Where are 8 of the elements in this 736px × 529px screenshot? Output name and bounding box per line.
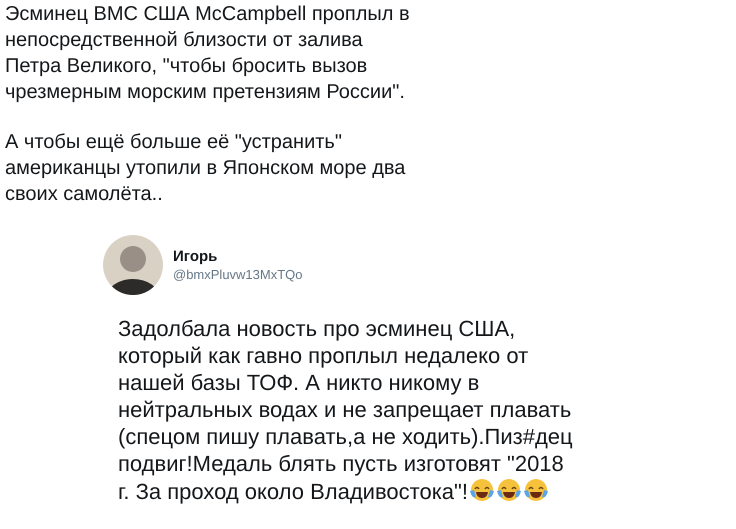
laughing-face-icon [522,477,549,503]
author-name: Игорь [173,247,218,266]
laughing-face-icon [468,477,495,503]
tweet-text: Задолбала новость про эсминец США, который как гавно проплыл недалеко от нашей базы ТОФ. А никто никому в нейтральных водах и не запрещает плавать (спецом пишу плавать,а не ходить).Пиз#дец подвиг!Медаль блять пусть изготовят "2018 г. За проход около Владивостока"! [118,315,573,505]
post-paragraph: А чтобы ещё больше её "устранить" американцы утопили в Японском море два своих самолёта.. [5,130,406,207]
author-handle: @bmxPluvw13MxTQo [173,266,303,283]
post-paragraph: Эсминец ВМС США McCampbell проплыл в непосредственной близости от залива Петра Великого, "чтобы бросить вызов чрезмерным морским претензиям России". [5,2,410,105]
laughing-face-icon [496,477,522,503]
